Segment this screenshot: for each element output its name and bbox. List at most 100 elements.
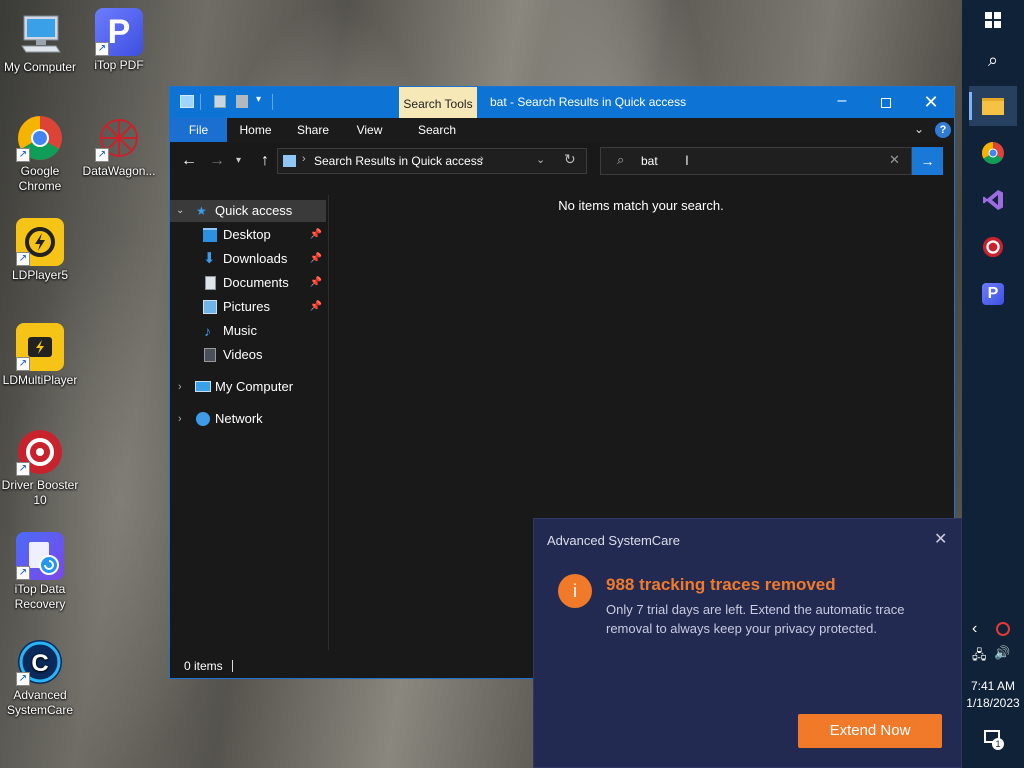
taskbar-driver-booster[interactable] xyxy=(969,227,1017,267)
desktop-icon-driver-booster[interactable]: ↗ Driver Booster 10 xyxy=(0,428,80,508)
desktop-icon-label: DataWagon... xyxy=(82,164,156,178)
window-titlebar[interactable]: ▾ Search Tools bat - Search Results in Q… xyxy=(170,87,954,118)
desktop-icon-itop-data-recovery[interactable]: ↗ iTop Data Recovery xyxy=(0,532,80,612)
clear-search-icon[interactable]: ✕ xyxy=(889,152,900,168)
shortcut-arrow-icon: ↗ xyxy=(95,42,109,56)
volume-icon[interactable]: 🔊 xyxy=(994,645,1010,661)
folder-icon xyxy=(180,95,194,108)
quick-access-toolbar-dropdown-icon[interactable]: ▾ xyxy=(256,94,261,105)
taskbar: ⌕ P ‹ 🖧 🔊 7:41 AM 1/18/2023 1 xyxy=(962,0,1024,768)
info-icon: i xyxy=(558,574,592,608)
toast-app-name: Advanced SystemCare xyxy=(547,533,680,548)
text-cursor-icon: I xyxy=(685,152,689,168)
desktop-icon-ldplayer5[interactable]: ↗ LDPlayer5 xyxy=(0,218,80,283)
ribbon-expand-chevron-icon[interactable]: ⌄ xyxy=(914,122,924,136)
breadcrumb-separator-icon: › xyxy=(480,153,484,165)
address-bar[interactable]: › Search Results in Quick access › ⌄ ↻ xyxy=(277,148,587,174)
sidebar-item-music[interactable]: ♪ Music xyxy=(170,320,326,342)
close-icon[interactable]: ✕ xyxy=(934,529,947,549)
sidebar-item-network[interactable]: › Network xyxy=(170,408,326,430)
sidebar-item-desktop[interactable]: Desktop 📌 xyxy=(170,224,326,246)
item-count: 0 items xyxy=(184,659,223,673)
desktop-icon-datawagon[interactable]: ↗ DataWagon... xyxy=(79,114,159,179)
back-button[interactable]: ← xyxy=(178,150,200,172)
maximize-button[interactable] xyxy=(864,87,908,118)
desktop-icon-advanced-systemcare[interactable]: C ↗ Advanced SystemCare xyxy=(0,638,80,718)
pin-icon: 📌 xyxy=(309,301,322,312)
sidebar-item-pictures[interactable]: Pictures 📌 xyxy=(170,296,326,318)
show-hidden-icons-chevron-icon[interactable]: ‹ xyxy=(972,620,977,638)
notification-count-badge: 1 xyxy=(992,738,1004,750)
taskbar-file-explorer[interactable] xyxy=(969,86,1017,126)
action-center-button[interactable]: 1 xyxy=(984,730,1006,750)
sidebar-item-label: Videos xyxy=(223,347,263,362)
desktop-icon-my-computer[interactable]: My Computer xyxy=(0,10,80,75)
sidebar-item-quick-access[interactable]: ⌄ ★ Quick access xyxy=(170,200,326,222)
clock-date[interactable]: 1/18/2023 xyxy=(962,695,1024,711)
notification-toast[interactable]: Advanced SystemCare ✕ i 988 tracking tra… xyxy=(533,518,962,768)
sidebar-item-label: Network xyxy=(215,411,263,426)
navigation-pane: ⌄ ★ Quick access Desktop 📌 ⬇ Downloads 📌… xyxy=(170,195,330,645)
clock-time[interactable]: 7:41 AM xyxy=(962,678,1024,694)
tab-file[interactable]: File xyxy=(170,118,227,142)
toast-body: Only 7 trial days are left. Extend the a… xyxy=(606,602,905,636)
desktop-icon-label: Advanced SystemCare xyxy=(6,688,74,717)
sidebar-item-my-computer[interactable]: › My Computer xyxy=(170,376,326,398)
search-button[interactable]: ⌕ xyxy=(969,40,1017,80)
music-note-icon: ♪ xyxy=(204,323,211,339)
advanced-systemcare-tray-icon[interactable] xyxy=(996,622,1010,636)
close-button[interactable]: ✕ xyxy=(908,87,954,118)
download-arrow-icon: ⬇ xyxy=(203,250,216,267)
taskbar-chrome[interactable] xyxy=(969,133,1017,173)
desktop-icon-google-chrome[interactable]: ↗ Google Chrome xyxy=(0,114,80,194)
documents-icon xyxy=(205,276,216,290)
desktop-icon-ldmultiplayer[interactable]: ↗ LDMultiPlayer xyxy=(0,323,80,388)
sidebar-item-label: Quick access xyxy=(215,203,293,218)
extend-now-button[interactable]: Extend Now xyxy=(798,714,942,748)
breadcrumb-location[interactable]: Search Results in Quick access xyxy=(314,149,483,173)
breadcrumb-separator-icon: › xyxy=(302,153,306,165)
start-button[interactable] xyxy=(969,0,1017,40)
help-icon[interactable]: ? xyxy=(935,122,951,138)
shortcut-arrow-icon: ↗ xyxy=(16,672,30,686)
sidebar-item-label: Desktop xyxy=(223,227,271,242)
up-button[interactable]: ↑ xyxy=(254,150,276,172)
network-tray-icon[interactable]: 🖧 xyxy=(972,646,987,668)
tab-home[interactable]: Home xyxy=(228,118,283,142)
search-go-button[interactable]: → xyxy=(912,147,943,175)
tab-view[interactable]: View xyxy=(342,118,397,142)
recent-locations-chevron-icon[interactable]: ▾ xyxy=(236,150,248,172)
address-dropdown-icon[interactable]: ⌄ xyxy=(536,153,545,166)
visual-studio-icon xyxy=(983,190,1003,210)
desktop-icon-label: Google Chrome xyxy=(18,164,62,193)
sidebar-item-documents[interactable]: Documents 📌 xyxy=(170,272,326,294)
pane-divider[interactable] xyxy=(328,195,329,650)
taskbar-visual-studio[interactable] xyxy=(969,180,1017,220)
navigation-bar: ← → ▾ ↑ › Search Results in Quick access… xyxy=(170,142,954,182)
taskbar-itop-pdf[interactable]: P xyxy=(969,274,1017,314)
sidebar-item-videos[interactable]: Videos xyxy=(170,344,326,366)
desktop-icon-itop-pdf[interactable]: P ↗ iTop PDF xyxy=(79,8,159,73)
search-box[interactable]: ⌕ bat I ✕ → xyxy=(600,147,943,175)
ldplayer-icon: ↗ xyxy=(16,218,64,266)
tab-share[interactable]: Share xyxy=(285,118,341,142)
driver-booster-icon xyxy=(982,236,1004,258)
pin-icon: 📌 xyxy=(309,277,322,288)
search-input[interactable]: bat xyxy=(641,148,658,174)
window-title: bat - Search Results in Quick access xyxy=(490,95,687,109)
sidebar-item-downloads[interactable]: ⬇ Downloads 📌 xyxy=(170,248,326,270)
search-results-folder-icon xyxy=(283,155,296,167)
context-tab-search-tools: Search Tools xyxy=(399,87,477,118)
chevron-right-icon: › xyxy=(178,381,182,393)
sidebar-item-label: Pictures xyxy=(223,299,270,314)
properties-icon[interactable] xyxy=(214,95,226,108)
refresh-icon[interactable]: ↻ xyxy=(564,151,576,168)
new-folder-icon[interactable] xyxy=(236,95,248,108)
videos-icon xyxy=(204,348,216,362)
tab-search[interactable]: Search xyxy=(401,118,473,142)
minimize-button[interactable]: – xyxy=(820,87,864,118)
monitor-icon xyxy=(16,10,64,58)
forward-button[interactable]: → xyxy=(206,150,228,172)
shortcut-arrow-icon: ↗ xyxy=(16,357,30,371)
desktop-icon-label: LDPlayer5 xyxy=(11,268,69,282)
